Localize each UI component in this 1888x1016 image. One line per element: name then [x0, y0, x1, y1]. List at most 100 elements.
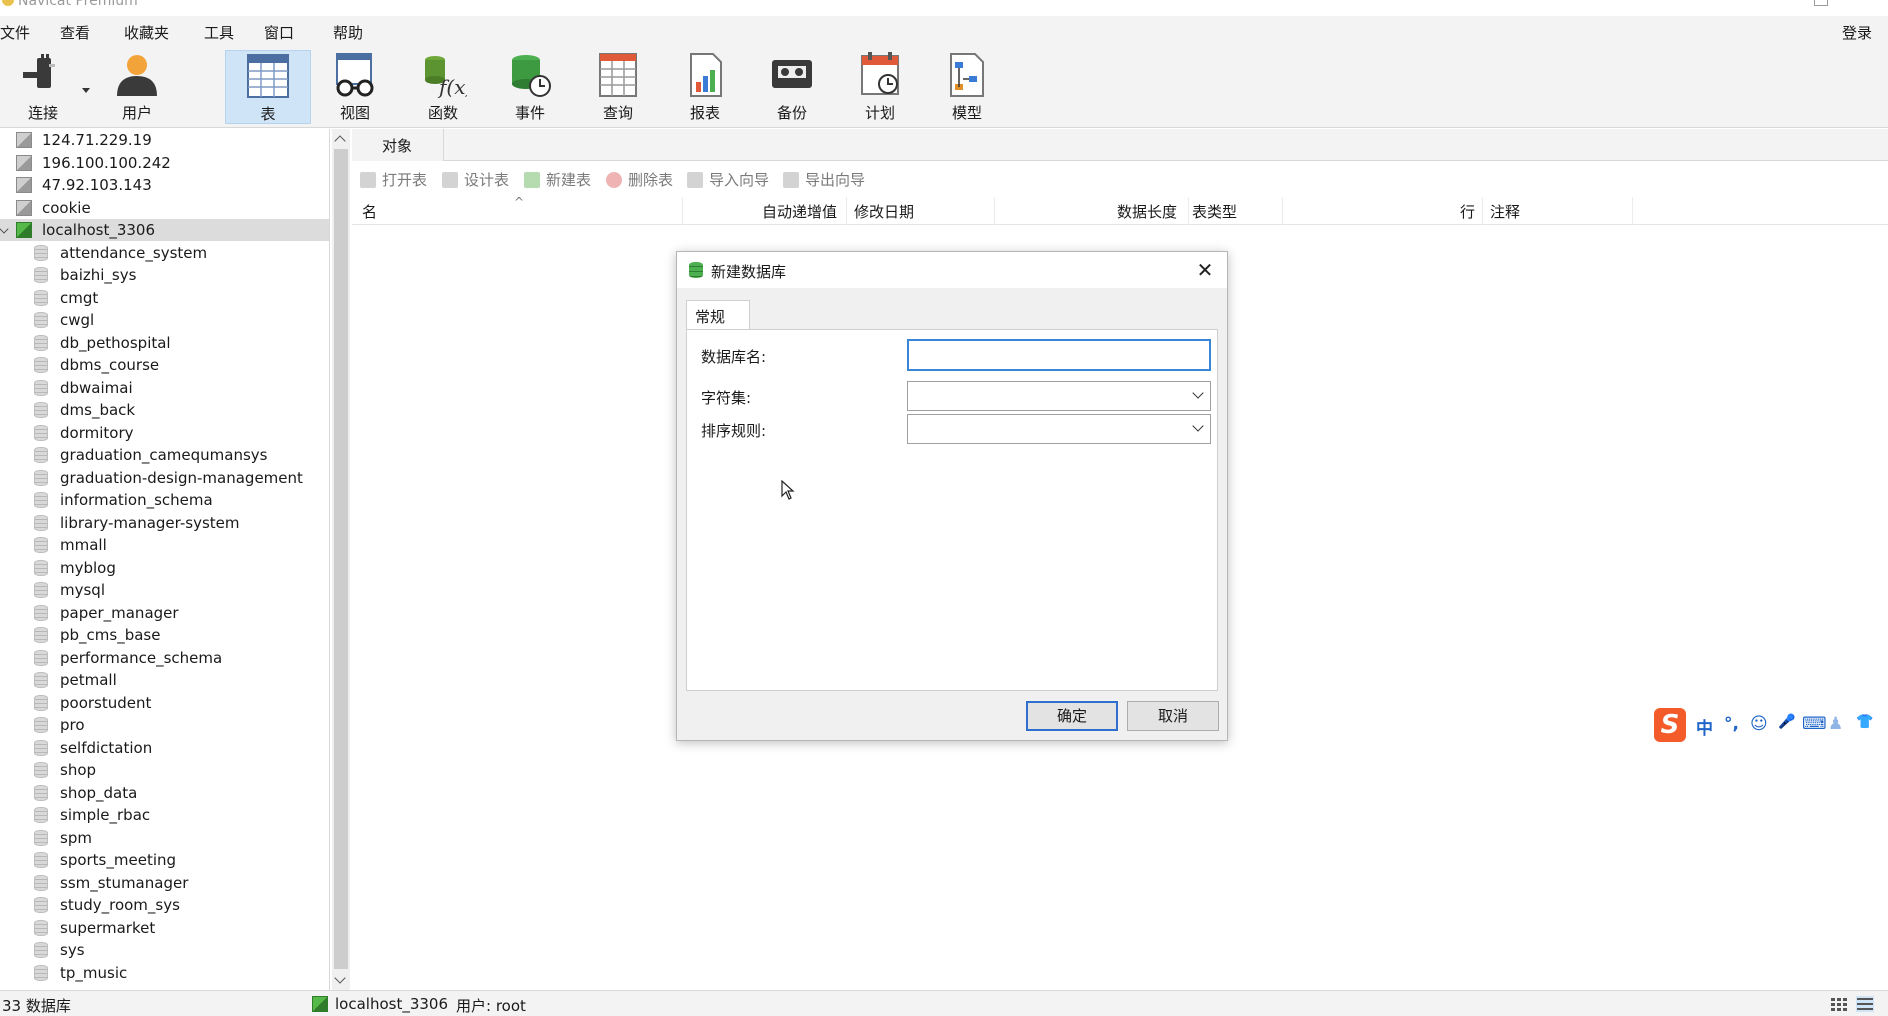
query-button[interactable]: 查询 [575, 50, 661, 124]
tree-connection-item[interactable]: 124.71.229.19 [0, 129, 329, 151]
column-auto-increment[interactable]: 自动递增值 [762, 201, 837, 222]
tree-database-item[interactable]: sports_meeting [0, 849, 329, 871]
tree-item-label: dbwaimai [60, 378, 133, 397]
report-button[interactable]: 报表 [662, 50, 748, 124]
tree-item-label: library-manager-system [60, 513, 240, 532]
dbname-label: 数据库名: [701, 348, 767, 366]
tree-database-item[interactable]: dormitory [0, 422, 329, 444]
column-comment[interactable]: 注释 [1490, 201, 1520, 222]
design-table-button[interactable]: 设计表 [442, 169, 509, 190]
cancel-button[interactable]: 取消 [1127, 701, 1219, 731]
tree-connection-item[interactable]: 47.92.103.143 [0, 174, 329, 196]
model-button[interactable]: 模型 [924, 50, 1010, 124]
ime-emoji-icon[interactable]: ☺ [1750, 714, 1768, 734]
menu-help[interactable]: 帮助 [333, 22, 363, 43]
tree-database-item[interactable]: simple_rbac [0, 804, 329, 826]
column-name[interactable]: 名 [362, 201, 377, 222]
chevron-down-icon[interactable] [82, 88, 90, 93]
tree-database-item[interactable]: pro [0, 714, 329, 736]
scrollbar-thumb[interactable] [334, 149, 348, 969]
tree-database-item[interactable]: db_pethospital [0, 332, 329, 354]
charset-select[interactable] [907, 381, 1211, 411]
sogou-logo-icon[interactable]: S [1654, 708, 1686, 742]
tree-database-item[interactable]: baizhi_sys [0, 264, 329, 286]
tree-database-item[interactable]: attendance_system [0, 242, 329, 264]
tree-database-item[interactable]: supermarket [0, 917, 329, 939]
tree-database-item[interactable]: ssm_stumanager [0, 872, 329, 894]
ime-keyboard-icon[interactable]: ⌨ [1802, 714, 1827, 734]
tree-connection-item[interactable]: localhost_3306 [0, 219, 329, 241]
tree-database-item[interactable]: petmall [0, 669, 329, 691]
close-icon[interactable]: ✕ [1193, 258, 1217, 282]
action-label: 设计表 [464, 171, 510, 189]
scroll-up-icon[interactable] [334, 135, 346, 147]
tree-database-item[interactable]: dms_back [0, 399, 329, 421]
tree-database-item[interactable]: tp_music [0, 962, 329, 984]
tree-database-item[interactable]: spm [0, 827, 329, 849]
sidebar-scrollbar[interactable] [332, 129, 350, 990]
tree-database-item[interactable]: shop_data [0, 782, 329, 804]
collation-select[interactable] [907, 414, 1211, 444]
ok-button[interactable]: 确定 [1026, 701, 1118, 731]
tree-database-item[interactable]: sys [0, 939, 329, 961]
tree-database-item[interactable]: selfdictation [0, 737, 329, 759]
menu-tools[interactable]: 工具 [204, 22, 234, 43]
tree-database-item[interactable]: paper_manager [0, 602, 329, 624]
tree-connection-item[interactable]: cookie [0, 197, 329, 219]
view-button[interactable]: 视图 [312, 50, 398, 124]
list-view-icon[interactable] [1856, 996, 1874, 1012]
connection-button[interactable]: 连接 [0, 50, 90, 124]
login-link[interactable]: 登录 [1842, 22, 1872, 43]
tree-database-item[interactable]: graduation-design-management [0, 467, 329, 489]
close-window-icon[interactable] [1872, 0, 1886, 6]
ime-punctuation-icon[interactable]: °, [1724, 714, 1739, 734]
scroll-down-icon[interactable] [334, 972, 346, 984]
tree-database-item[interactable]: pb_cms_base [0, 624, 329, 646]
schedule-button[interactable]: 计划 [837, 50, 923, 124]
tree-database-item[interactable]: mysql [0, 579, 329, 601]
table-button[interactable]: 表 [225, 50, 311, 124]
tree-database-item[interactable]: library-manager-system [0, 512, 329, 534]
database-name-input[interactable] [907, 339, 1211, 371]
new-table-button[interactable]: 新建表 [524, 169, 591, 190]
tab-objects[interactable]: 对象 [352, 129, 444, 161]
tree-database-item[interactable]: dbwaimai [0, 377, 329, 399]
column-table-type[interactable]: 表类型 [1192, 201, 1237, 222]
menu-file[interactable]: 文件 [0, 22, 30, 43]
column-modified-date[interactable]: 修改日期 [854, 201, 914, 222]
tree-database-item[interactable]: performance_schema [0, 647, 329, 669]
ime-shirt-icon[interactable]: 👕 [1856, 714, 1873, 730]
column-data-length[interactable]: 数据长度 [1117, 201, 1177, 222]
tree-connection-item[interactable]: 196.100.100.242 [0, 152, 329, 174]
tab-general[interactable]: 常规 [686, 300, 750, 330]
import-wizard-button[interactable]: 导入向导 [687, 169, 769, 190]
mouse-cursor-icon [781, 480, 795, 500]
tree-database-item[interactable]: dbms_course [0, 354, 329, 376]
tree-database-item[interactable]: mmall [0, 534, 329, 556]
menu-window[interactable]: 窗口 [264, 22, 294, 43]
tree-database-item[interactable]: graduation_camequmansys [0, 444, 329, 466]
restore-icon[interactable] [1814, 0, 1828, 6]
column-rows[interactable]: 行 [1460, 201, 1475, 222]
tree-database-item[interactable]: cmgt [0, 287, 329, 309]
grid-view-icon[interactable] [1830, 996, 1848, 1012]
tree-database-item[interactable]: shop [0, 759, 329, 781]
tree-database-item[interactable]: information_schema [0, 489, 329, 511]
menu-favorites[interactable]: 收藏夹 [124, 22, 169, 43]
ime-skin-icon[interactable]: ♟ [1828, 714, 1843, 734]
user-button[interactable]: 用户 [94, 50, 180, 124]
event-button[interactable]: 事件 [487, 50, 573, 124]
ime-chinese-mode[interactable]: 中 [1696, 714, 1713, 739]
backup-button[interactable]: 备份 [749, 50, 835, 124]
expand-chevron-icon[interactable] [0, 224, 9, 234]
menu-view[interactable]: 查看 [60, 22, 90, 43]
tree-database-item[interactable]: study_room_sys [0, 894, 329, 916]
tree-database-item[interactable]: myblog [0, 557, 329, 579]
delete-table-button[interactable]: 删除表 [606, 169, 673, 190]
tree-database-item[interactable]: poorstudent [0, 692, 329, 714]
export-wizard-button[interactable]: 导出向导 [783, 169, 865, 190]
open-table-button[interactable]: 打开表 [360, 169, 427, 190]
function-button[interactable]: f(x) 函数 [400, 50, 486, 124]
tree-database-item[interactable]: cwgl [0, 309, 329, 331]
ime-voice-icon[interactable]: 🎤 [1778, 714, 1795, 730]
